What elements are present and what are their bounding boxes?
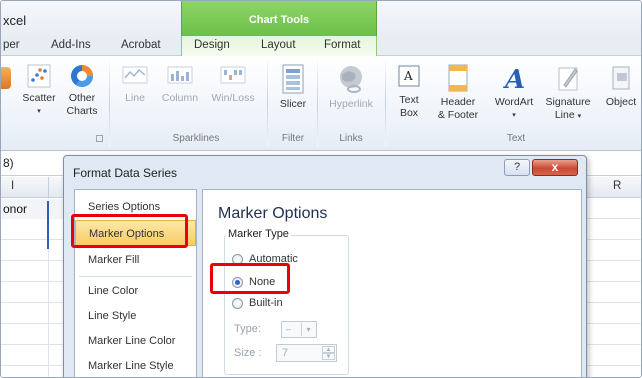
- other-charts-button[interactable]: Other Charts: [61, 63, 103, 118]
- sparkline-column-button[interactable]: Column: [159, 63, 201, 105]
- chart-tools-label: Chart Tools: [248, 14, 310, 26]
- spin-up-icon[interactable]: ▲: [322, 346, 335, 353]
- scatter-chart-button[interactable]: Scatter ▾: [19, 63, 59, 118]
- sparkline-column-label: Column: [161, 92, 199, 104]
- sparkline-winloss-button[interactable]: Win/Loss: [207, 63, 259, 105]
- signature-pen-icon: [558, 67, 578, 91]
- sparkline-line-label: Line: [125, 92, 145, 104]
- object-label: Object: [605, 96, 637, 108]
- wordart-dropdown-arrow: ▾: [512, 112, 516, 119]
- nav-marker-fill[interactable]: Marker Fill: [75, 247, 196, 273]
- group-separator: [317, 61, 318, 147]
- size-label: Size :: [234, 347, 262, 359]
- sparkline-column-icon: [167, 66, 193, 84]
- column-header-i[interactable]: I: [11, 180, 14, 192]
- header-footer-label-2: & Footer: [437, 109, 479, 121]
- hyperlink-globe-icon: [340, 66, 362, 93]
- links-group-label: Links: [339, 133, 363, 144]
- pie-chart-icon[interactable]: [1, 67, 11, 89]
- marker-type-select[interactable]: – ▾: [281, 321, 317, 338]
- format-data-series-dialog: Format Data Series ? x Series Options Ma…: [63, 155, 587, 377]
- group-separator: [109, 61, 110, 147]
- object-icon: [612, 66, 630, 90]
- scatter-label: Scatter: [22, 92, 56, 104]
- close-icon: x: [551, 160, 559, 174]
- radio-button-icon: [232, 297, 243, 309]
- chevron-down-icon: ▾: [301, 323, 315, 336]
- nav-divider: [79, 276, 192, 277]
- highlight-none-option: [210, 263, 290, 294]
- excel-window: xcel Chart Tools per Add-Ins Acrobat Des…: [0, 0, 642, 378]
- app-title: xcel: [3, 13, 27, 28]
- sparkline-line-button[interactable]: Line: [119, 63, 151, 105]
- scatter-dropdown-arrow: ▾: [37, 108, 41, 115]
- signature-dropdown-arrow: ▾: [577, 113, 582, 120]
- slicer-button[interactable]: Slicer: [273, 63, 313, 111]
- donut-chart-icon: [71, 65, 93, 87]
- nav-line-color[interactable]: Line Color: [75, 278, 196, 304]
- other-charts-label-1: Other: [68, 92, 96, 104]
- name-box[interactable]: 8): [3, 156, 14, 170]
- column-header-r[interactable]: R: [613, 180, 621, 192]
- tab-add-ins[interactable]: Add-Ins: [51, 39, 91, 51]
- close-button[interactable]: x: [532, 159, 578, 176]
- tab-layout[interactable]: Layout: [261, 39, 296, 51]
- text-box-label-1: Text: [399, 94, 419, 106]
- marker-type-label: Marker Type: [226, 228, 291, 240]
- help-icon: ?: [513, 161, 521, 173]
- signature-label-2: Line: [554, 109, 575, 121]
- tab-design[interactable]: Design: [194, 39, 230, 51]
- header-footer-label-1: Header: [440, 96, 476, 108]
- type-label: Type:: [234, 323, 261, 335]
- hyperlink-label: Hyperlink: [329, 98, 373, 110]
- chart-tools-context-tab: Chart Tools: [181, 1, 377, 36]
- dialog-title: Format Data Series: [73, 166, 178, 180]
- slicer-label: Slicer: [279, 98, 307, 110]
- scatter-icon: [27, 64, 51, 88]
- help-button[interactable]: ?: [504, 159, 530, 176]
- svg-text:A: A: [403, 69, 413, 83]
- object-button[interactable]: Object: [599, 63, 641, 109]
- group-separator: [385, 61, 386, 147]
- type-dash-icon: –: [286, 324, 292, 334]
- tab-format[interactable]: Format: [324, 39, 360, 51]
- wordart-button[interactable]: A WordArt ▾: [489, 63, 539, 122]
- highlight-marker-options: [71, 214, 188, 248]
- group-separator: [267, 61, 268, 147]
- chart-line-fragment: [47, 201, 49, 249]
- signature-line-button[interactable]: Signature Line ▾: [541, 63, 595, 123]
- radio-built-in-label: Built-in: [249, 297, 283, 309]
- signature-label-1: Signature: [545, 96, 591, 108]
- charts-dialog-launcher-icon[interactable]: [96, 135, 103, 142]
- text-box-icon: A: [398, 65, 420, 87]
- header-footer-button[interactable]: Header & Footer: [433, 63, 483, 122]
- nav-marker-line-style[interactable]: Marker Line Style: [75, 353, 196, 377]
- svg-text:A: A: [502, 65, 525, 93]
- section-title: Marker Options: [218, 205, 328, 222]
- marker-size-spinner[interactable]: 7 ▲ ▼: [276, 344, 337, 362]
- tab-developer[interactable]: per: [3, 39, 20, 51]
- sparkline-winloss-label: Win/Loss: [211, 92, 255, 104]
- hyperlink-button[interactable]: Hyperlink: [323, 63, 379, 111]
- text-box-button[interactable]: A Text Box: [391, 63, 427, 120]
- nav-line-style[interactable]: Line Style: [75, 303, 196, 329]
- tab-acrobat[interactable]: Acrobat: [121, 39, 161, 51]
- column-divider: [48, 177, 49, 198]
- nav-marker-line-color[interactable]: Marker Line Color: [75, 328, 196, 354]
- sparkline-winloss-icon: [220, 66, 246, 84]
- filter-group-label: Filter: [281, 133, 305, 144]
- slicer-icon: [282, 64, 304, 94]
- header-footer-icon: [448, 64, 468, 92]
- wordart-icon: A: [502, 65, 525, 93]
- wordart-label: WordArt: [494, 96, 534, 108]
- radio-built-in[interactable]: Built-in: [232, 297, 283, 309]
- text-group-label: Text: [506, 133, 526, 144]
- sparklines-group-label: Sparklines: [172, 133, 220, 144]
- other-charts-label-2: Charts: [66, 105, 98, 117]
- spin-down-icon[interactable]: ▼: [322, 353, 335, 360]
- sparkline-line-icon: [122, 66, 148, 84]
- cell-value: onor: [3, 202, 28, 216]
- text-box-label-2: Box: [399, 107, 419, 119]
- marker-size-value: 7: [282, 347, 289, 359]
